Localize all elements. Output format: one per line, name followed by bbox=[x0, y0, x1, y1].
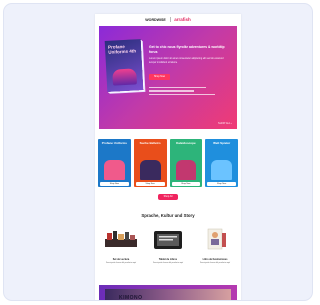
email-preview[interactable]: WORDWISE arrafish Profane Uniforms 4th G… bbox=[95, 14, 241, 301]
product-name: Set de Lectura bbox=[112, 258, 130, 261]
book-cover-4[interactable]: Welt Spieler Shop Now bbox=[205, 139, 238, 187]
products-row: Set de Lectura Descripción breve del pro… bbox=[101, 227, 235, 277]
hero-detail-lines bbox=[149, 87, 231, 96]
email-header: WORDWISE arrafish bbox=[95, 14, 241, 25]
footer-banner[interactable]: KIMONO bbox=[99, 285, 237, 301]
book-cover-button[interactable]: Shop Now bbox=[207, 181, 236, 186]
hero-book-title: Profane Uniforms 4th bbox=[107, 43, 137, 55]
product-name: Tablet de Libros bbox=[158, 258, 178, 261]
book-cover-title: Kaleidoscope bbox=[176, 141, 196, 145]
product-desc: Descripción breve del producto aquí bbox=[152, 262, 184, 264]
shop-all-button[interactable]: Shop All bbox=[158, 194, 178, 200]
hero-detail-line bbox=[149, 90, 195, 92]
hero-book-cover: Profane Uniforms 4th bbox=[104, 39, 144, 92]
brand-logo-left[interactable]: WORDWISE bbox=[145, 18, 166, 22]
book-cover-figure bbox=[175, 160, 197, 180]
book-cover-figure bbox=[104, 160, 125, 180]
product-card-1[interactable]: Set de Lectura Descripción breve del pro… bbox=[101, 227, 141, 277]
hero-banner[interactable]: Profane Uniforms 4th Get to chic nous fl… bbox=[99, 26, 237, 129]
hero-cta-button[interactable]: Shop Now bbox=[149, 73, 171, 80]
hero-text: Get to chic nous flyrolkr adventures & w… bbox=[149, 45, 231, 97]
hero-detail-line bbox=[149, 93, 215, 96]
hero-shop-all-link[interactable]: SHOP ALL › bbox=[218, 122, 232, 125]
book-cover-3[interactable]: Kaleidoscope Shop Now bbox=[169, 139, 203, 187]
book-cover-2[interactable]: Suche Belletro Shop Now bbox=[133, 139, 167, 187]
book-cover-title: Welt Spieler bbox=[213, 141, 231, 145]
book-cover-button[interactable]: Shop Now bbox=[171, 181, 201, 186]
hero-body: Lorem ipsum dolor sit amet consectetur a… bbox=[149, 57, 224, 64]
book-cover-title: Profane Uniforms bbox=[101, 141, 127, 145]
footer-banner-word: KIMONO bbox=[119, 295, 143, 301]
brand-logo-right[interactable]: arrafish bbox=[174, 17, 191, 22]
footer-banner-image: KIMONO bbox=[105, 289, 231, 301]
hero-headline: Get to chic nous flyrolkr adventures & w… bbox=[149, 45, 225, 54]
product-name: Libro de Ilustraciones bbox=[202, 258, 228, 261]
section-title: Sprache, Kultur und Story bbox=[141, 213, 195, 218]
book-cover-button[interactable]: Shop Now bbox=[135, 181, 165, 186]
hero-detail-line bbox=[149, 87, 207, 89]
product-card-3[interactable]: Libro de Ilustraciones Descripción breve… bbox=[195, 227, 235, 277]
book-cover-figure bbox=[139, 160, 161, 180]
hero-book-illustration bbox=[112, 68, 138, 86]
book-cover-title: Suche Belletro bbox=[139, 141, 161, 145]
product-image-illustrated-book bbox=[207, 228, 226, 250]
book-cover-1[interactable]: Profane Uniforms Shop Now bbox=[98, 139, 131, 187]
product-image-reading-set bbox=[105, 231, 137, 247]
product-desc: Descripción breve del producto aquí bbox=[105, 262, 137, 264]
product-image-tablet bbox=[154, 231, 182, 249]
book-cover-figure bbox=[211, 160, 232, 180]
book-covers-row: Profane Uniforms Shop Now Suche Belletro… bbox=[98, 139, 238, 187]
preview-frame: WORDWISE arrafish Profane Uniforms 4th G… bbox=[3, 3, 313, 301]
book-cover-button[interactable]: Shop Now bbox=[100, 181, 129, 186]
product-desc: Descripción breve del producto aquí bbox=[199, 262, 231, 264]
product-card-2[interactable]: Tablet de Libros Descripción breve del p… bbox=[148, 227, 188, 277]
